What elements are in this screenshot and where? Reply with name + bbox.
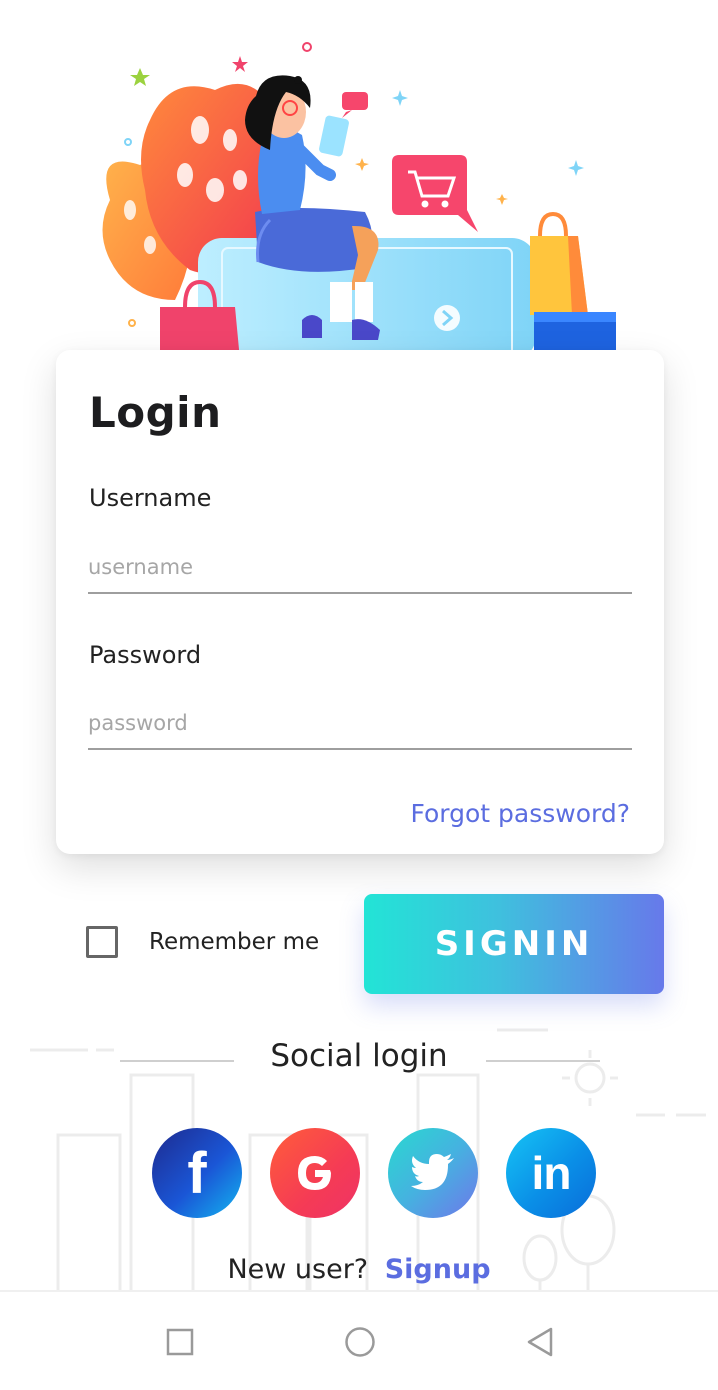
new-user-prompt: New user? — [227, 1254, 369, 1285]
password-input[interactable] — [88, 698, 632, 750]
remember-me[interactable]: Remember me — [86, 926, 319, 958]
google-icon — [298, 1156, 331, 1190]
username-label: Username — [89, 484, 212, 512]
forgot-password-link[interactable]: Forgot password? — [411, 799, 631, 828]
password-label: Password — [89, 641, 202, 669]
new-user-row: New user? Signup — [0, 1254, 718, 1285]
twitter-button[interactable] — [388, 1128, 478, 1218]
signin-button[interactable]: SIGNIN — [364, 894, 664, 994]
signup-link[interactable]: Signup — [385, 1254, 491, 1285]
home-icon[interactable] — [344, 1326, 376, 1358]
linkedin-icon: in — [531, 1147, 572, 1199]
back-icon[interactable] — [526, 1326, 554, 1358]
navigation-bar — [0, 1290, 718, 1390]
facebook-button[interactable]: f — [152, 1128, 242, 1218]
username-input[interactable] — [88, 542, 632, 594]
remember-me-checkbox[interactable] — [86, 926, 118, 958]
twitter-icon — [411, 1154, 454, 1190]
shopping-illustration — [102, 42, 616, 360]
google-button[interactable] — [270, 1128, 360, 1218]
social-login-title: Social login — [270, 1038, 448, 1074]
login-card: Login Username Password Forgot password? — [56, 350, 664, 854]
login-title: Login — [89, 388, 222, 437]
facebook-icon: f — [187, 1140, 207, 1206]
recents-icon[interactable] — [166, 1328, 194, 1356]
remember-me-label: Remember me — [149, 929, 320, 955]
linkedin-button[interactable]: in — [506, 1128, 596, 1218]
